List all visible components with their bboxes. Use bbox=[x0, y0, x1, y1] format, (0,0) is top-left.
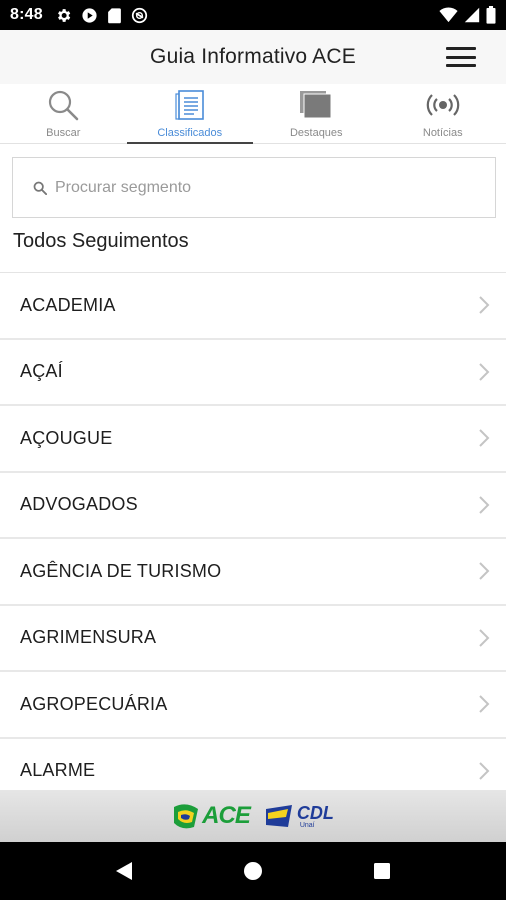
play-store-icon bbox=[81, 7, 98, 24]
tab-bar: Buscar Classificados Destaques Notícias bbox=[0, 84, 506, 144]
list-item[interactable]: AÇOUGUE bbox=[0, 406, 506, 473]
active-tab-indicator bbox=[126, 142, 253, 144]
signal-icon bbox=[464, 7, 480, 23]
chevron-right-icon bbox=[478, 295, 490, 315]
chevron-right-icon bbox=[478, 362, 490, 382]
sponsor-footer: ACE CDL Unaí bbox=[0, 790, 506, 842]
chevron-right-icon bbox=[478, 694, 490, 714]
list-item[interactable]: AÇAÍ bbox=[0, 339, 506, 406]
chevron-right-icon bbox=[478, 428, 490, 448]
search-icon bbox=[47, 88, 79, 122]
list-item-label: ACADEMIA bbox=[20, 294, 116, 315]
tab-buscar[interactable]: Buscar bbox=[0, 84, 127, 143]
list-item-label: ADVOGADOS bbox=[20, 494, 138, 515]
list-item[interactable]: AGRIMENSURA bbox=[0, 605, 506, 672]
chevron-right-icon bbox=[478, 628, 490, 648]
battery-icon bbox=[486, 6, 496, 24]
tab-label: Classificados bbox=[157, 127, 223, 139]
list-item[interactable]: ACADEMIA bbox=[0, 273, 506, 340]
section-title: Todos Seguimentos bbox=[13, 230, 189, 252]
stacked-squares-icon bbox=[298, 88, 334, 122]
search-box[interactable] bbox=[12, 157, 496, 218]
tab-destaques[interactable]: Destaques bbox=[253, 84, 380, 143]
no-disturb-icon bbox=[131, 7, 148, 24]
chevron-right-icon bbox=[478, 495, 490, 515]
list-document-icon bbox=[174, 88, 206, 122]
broadcast-icon bbox=[424, 88, 462, 122]
home-icon[interactable] bbox=[233, 851, 273, 891]
search-icon bbox=[33, 181, 47, 195]
status-time: 8:48 bbox=[10, 6, 43, 23]
cdl-logo-subtext: Unaí bbox=[299, 821, 315, 829]
list-item[interactable]: AGROPECUÁRIA bbox=[0, 672, 506, 739]
list-item[interactable]: ADVOGADOS bbox=[0, 472, 506, 539]
ace-logo: ACE bbox=[172, 802, 251, 830]
app-title: Guia Informativo ACE bbox=[150, 45, 356, 68]
tab-label: Notícias bbox=[422, 127, 463, 139]
list-item-label: AGRIMENSURA bbox=[20, 627, 157, 648]
app-bar: Guia Informativo ACE bbox=[0, 30, 506, 84]
tab-label: Buscar bbox=[46, 127, 81, 139]
list-item-label: AGÊNCIA DE TURISMO bbox=[20, 560, 222, 581]
chevron-right-icon bbox=[478, 561, 490, 581]
cdl-logo-text: CDL bbox=[296, 802, 334, 823]
list-item[interactable]: ALARME bbox=[0, 738, 506, 790]
back-icon[interactable] bbox=[104, 851, 144, 891]
chevron-right-icon bbox=[478, 761, 490, 781]
tab-noticias[interactable]: Notícias bbox=[380, 84, 506, 143]
list-item[interactable]: AGÊNCIA DE TURISMO bbox=[0, 539, 506, 606]
wifi-icon bbox=[439, 7, 458, 23]
list-item-label: AÇOUGUE bbox=[20, 427, 113, 448]
gear-icon bbox=[55, 7, 72, 24]
search-input[interactable] bbox=[55, 178, 475, 197]
status-bar: 8:48 bbox=[0, 0, 506, 30]
list-item-label: AÇAÍ bbox=[20, 361, 63, 382]
sd-card-icon bbox=[107, 7, 122, 24]
cdl-logo: CDL Unaí bbox=[264, 803, 334, 829]
list-item-label: AGROPECUÁRIA bbox=[20, 693, 168, 714]
list-item-label: ALARME bbox=[20, 760, 96, 781]
recents-icon[interactable] bbox=[362, 851, 402, 891]
segment-list[interactable]: ACADEMIA AÇAÍ AÇOUGUE ADVOGADOS AGÊNCIA … bbox=[0, 272, 506, 790]
tab-classificados[interactable]: Classificados bbox=[126, 84, 253, 144]
system-navigation-bar bbox=[0, 842, 506, 900]
hamburger-menu-icon[interactable] bbox=[444, 44, 478, 70]
tab-label: Destaques bbox=[289, 127, 343, 139]
ace-logo-text: ACE bbox=[202, 802, 251, 829]
